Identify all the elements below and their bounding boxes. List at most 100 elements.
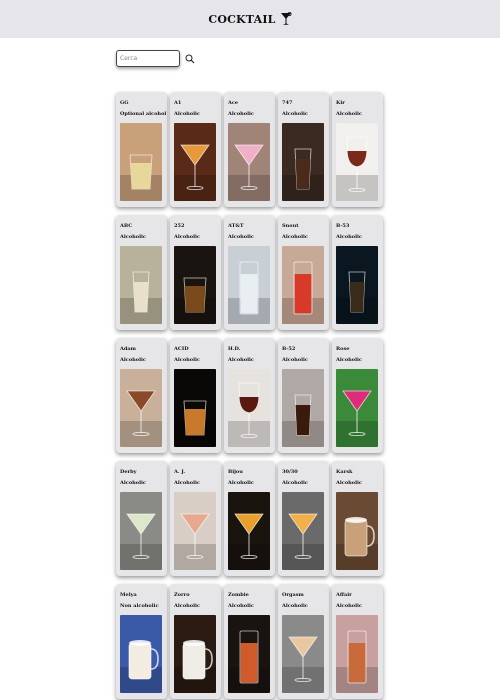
cocktail-image <box>120 492 162 570</box>
top-bar: COCKTAIL <box>0 0 500 38</box>
cocktail-name: ABC <box>120 223 133 229</box>
cocktail-type: Alcoholic <box>174 234 200 240</box>
cocktail-image <box>282 246 324 324</box>
cocktail-card[interactable]: Derby Alcoholic <box>116 461 167 576</box>
cocktail-card[interactable]: 30/30 Alcoholic <box>278 461 329 576</box>
cocktail-card[interactable]: B-53 Alcoholic <box>332 215 383 330</box>
cocktail-type: Alcoholic <box>282 357 308 363</box>
cocktail-image <box>174 615 216 693</box>
cocktail-card[interactable]: Rose Alcoholic <box>332 338 383 453</box>
cocktail-type: Alcoholic <box>228 480 254 486</box>
cocktail-card[interactable]: 747 Alcoholic <box>278 92 329 207</box>
cocktail-name: Zorro <box>174 592 190 598</box>
cocktail-image <box>336 123 378 201</box>
cocktail-name: A. J. <box>174 469 186 475</box>
cocktail-name: ACID <box>174 346 189 352</box>
cocktail-type: Alcoholic <box>282 234 308 240</box>
cocktail-type: Alcoholic <box>336 111 362 117</box>
cocktail-name: Kir <box>336 100 345 106</box>
cocktail-type: Optional alcohol <box>120 111 167 117</box>
cocktail-image <box>120 246 162 324</box>
cocktail-type: Alcoholic <box>282 111 308 117</box>
cocktail-image <box>228 615 270 693</box>
cocktail-name: AT&T <box>228 223 244 229</box>
cocktail-name: 30/30 <box>282 469 298 475</box>
cocktail-image <box>282 492 324 570</box>
cocktail-image <box>174 369 216 447</box>
cocktail-image <box>174 492 216 570</box>
cocktail-image <box>282 123 324 201</box>
cocktail-image <box>228 492 270 570</box>
cocktail-name: 252 <box>174 223 185 229</box>
cocktail-type: Alcoholic <box>228 234 254 240</box>
cocktail-type: Alcoholic <box>282 603 308 609</box>
cocktail-image <box>120 369 162 447</box>
cocktail-image <box>282 615 324 693</box>
cocktail-glass-icon <box>280 12 292 25</box>
cocktail-image <box>336 369 378 447</box>
cocktail-image <box>336 246 378 324</box>
cocktail-card[interactable]: Kir Alcoholic <box>332 92 383 207</box>
search-input[interactable] <box>116 50 180 67</box>
cocktail-type: Non alcoholic <box>120 603 159 609</box>
cocktail-card[interactable]: ABC Alcoholic <box>116 215 167 330</box>
cocktail-card[interactable]: Ace Alcoholic <box>224 92 275 207</box>
cocktail-image <box>120 615 162 693</box>
cocktail-type: Alcoholic <box>120 234 146 240</box>
cocktail-name: Affair <box>336 592 352 598</box>
cocktail-card[interactable]: Melya Non alcoholic <box>116 584 167 699</box>
cocktail-name: Adam <box>120 346 136 352</box>
cocktail-name: Karsk <box>336 469 353 475</box>
cocktail-type: Alcoholic <box>120 480 146 486</box>
cocktail-card[interactable]: Karsk Alcoholic <box>332 461 383 576</box>
cocktail-card[interactable]: AT&T Alcoholic <box>224 215 275 330</box>
cocktail-card[interactable]: Bijou Alcoholic <box>224 461 275 576</box>
cocktail-type: Alcoholic <box>228 603 254 609</box>
cocktail-image <box>228 246 270 324</box>
cocktail-name: B-53 <box>336 223 350 229</box>
cocktail-card[interactable]: Zorro Alcoholic <box>170 584 221 699</box>
cocktail-card[interactable]: Zombie Alcoholic <box>224 584 275 699</box>
cocktail-type: Alcoholic <box>336 357 362 363</box>
cocktail-card[interactable]: H.D. Alcoholic <box>224 338 275 453</box>
cocktail-type: Alcoholic <box>174 111 200 117</box>
cocktail-name: Bijou <box>228 469 243 475</box>
cocktail-type: Alcoholic <box>120 357 146 363</box>
cocktail-name: B-52 <box>282 346 296 352</box>
cocktail-card[interactable]: Adam Alcoholic <box>116 338 167 453</box>
cocktail-type: Alcoholic <box>174 480 200 486</box>
cocktail-type: Alcoholic <box>282 480 308 486</box>
cocktail-name: Rose <box>336 346 350 352</box>
cocktail-card[interactable]: 252 Alcoholic <box>170 215 221 330</box>
cocktail-name: H.D. <box>228 346 241 352</box>
cocktail-name: Melya <box>120 592 137 598</box>
cocktail-type: Alcoholic <box>174 357 200 363</box>
cocktail-card[interactable]: GG Optional alcohol <box>116 92 167 207</box>
search-icon <box>185 54 195 63</box>
cocktail-card[interactable]: Snout Alcoholic <box>278 215 329 330</box>
cocktail-image <box>336 615 378 693</box>
cocktail-name: Zombie <box>228 592 249 598</box>
cocktail-type: Alcoholic <box>336 234 362 240</box>
cocktail-card[interactable]: ACID Alcoholic <box>170 338 221 453</box>
cocktail-type: Alcoholic <box>336 603 362 609</box>
cocktail-name: GG <box>120 100 129 106</box>
cocktail-card[interactable]: Affair Alcoholic <box>332 584 383 699</box>
cocktail-image <box>174 123 216 201</box>
cocktail-type: Alcoholic <box>336 480 362 486</box>
search-bar <box>116 50 196 67</box>
cocktail-name: Snout <box>282 223 299 229</box>
search-button[interactable] <box>184 53 196 65</box>
app-title: COCKTAIL <box>208 12 276 26</box>
cocktail-card[interactable]: A1 Alcoholic <box>170 92 221 207</box>
cocktail-card[interactable]: Orgasm Alcoholic <box>278 584 329 699</box>
cocktail-type: Alcoholic <box>228 111 254 117</box>
cocktail-image <box>228 369 270 447</box>
cocktail-name: Ace <box>228 100 239 106</box>
cocktail-grid: GG Optional alcohol A1 Alcoholic Ace Alcoholi… <box>116 92 383 699</box>
cocktail-image <box>120 123 162 201</box>
cocktail-name: A1 <box>174 100 182 106</box>
cocktail-image <box>174 246 216 324</box>
cocktail-card[interactable]: A. J. Alcoholic <box>170 461 221 576</box>
cocktail-card[interactable]: B-52 Alcoholic <box>278 338 329 453</box>
